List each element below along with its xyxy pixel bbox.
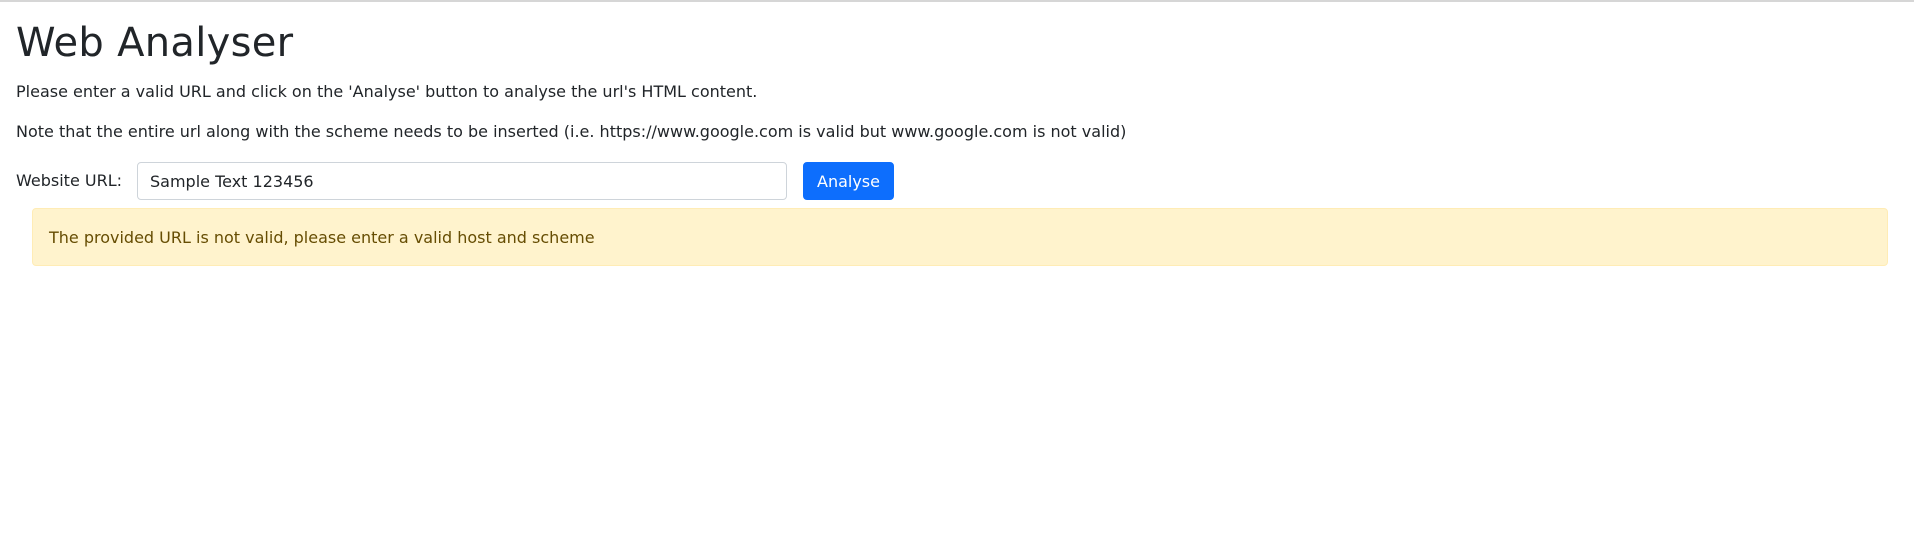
instructions-text: Please enter a valid URL and click on th… — [16, 82, 758, 101]
url-form: Website URL: Analyse — [16, 162, 1898, 200]
page-title: Web Analyser — [16, 20, 294, 66]
page-container: Web Analyser Please enter a valid URL an… — [16, 2, 1898, 200]
alert-message: The provided URL is not valid, please en… — [49, 228, 595, 247]
note-text: Note that the entire url along with the … — [16, 122, 1127, 141]
website-url-input[interactable] — [137, 162, 787, 200]
website-url-label: Website URL: — [16, 171, 122, 190]
analyse-button[interactable]: Analyse — [803, 162, 894, 200]
validation-alert: The provided URL is not valid, please en… — [32, 208, 1888, 266]
